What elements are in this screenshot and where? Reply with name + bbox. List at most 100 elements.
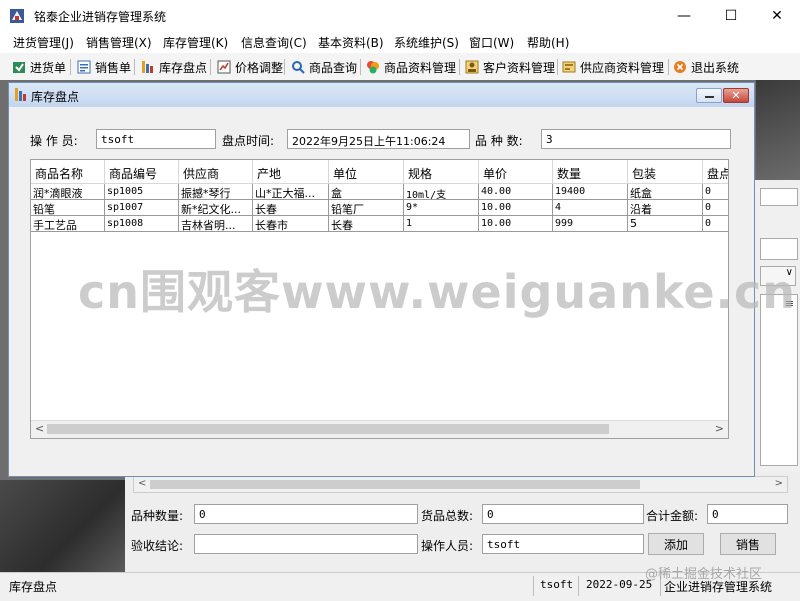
sales-order-icon <box>77 60 91 74</box>
toolbar-label: 退出系统 <box>691 60 740 75</box>
column-header[interactable]: 单位 <box>329 160 404 184</box>
status-date: 2022-09-25 <box>586 578 653 591</box>
table-cell: sp1008 <box>105 216 179 232</box>
table-cell: 盒 <box>329 184 404 200</box>
table-cell: 润*滴眼液 <box>31 184 105 200</box>
operator-field[interactable]: tsoft <box>96 129 216 149</box>
maximize-icon: ☐ <box>724 7 738 24</box>
operator-field[interactable]: tsoft <box>482 534 644 554</box>
toolbar-divider <box>557 59 558 75</box>
scroll-right-icon[interactable]: > <box>775 478 783 489</box>
sell-button[interactable]: 销售 <box>720 533 776 555</box>
purchase-order-icon <box>13 62 25 73</box>
table-row[interactable]: 润*滴眼液 sp1005 振撼*琴行 山*正大福... 盒 10ml/支 40.00 1940… <box>31 184 728 200</box>
table-cell: 0 <box>703 184 728 200</box>
table-cell: 999 <box>553 216 628 232</box>
title-bar: 铭泰企业进销存管理系统 — ☐ ✕ <box>0 0 800 31</box>
menu-system[interactable]: 系统维护(S) <box>394 34 459 51</box>
dialog-title-bar[interactable]: 库存盘点 ✕ <box>9 83 754 107</box>
toolbar-product-data[interactable]: 商品资料管理 <box>366 57 456 77</box>
variety-qty-field[interactable]: 0 <box>194 504 418 524</box>
column-header[interactable]: 数量 <box>553 160 628 184</box>
minimize-button[interactable]: — <box>661 0 707 31</box>
table-scrollbar[interactable]: < > <box>31 420 728 438</box>
toolbar-exit[interactable]: 退出系统 <box>673 57 739 77</box>
variety-qty-label: 品种数量: <box>131 509 184 523</box>
toolbar-sales-order[interactable]: 销售单 <box>77 57 131 77</box>
table-cell: 10.00 <box>479 200 553 216</box>
column-header[interactable]: 单价 <box>479 160 553 184</box>
toolbar-inventory-check[interactable]: 库存盘点 <box>141 57 207 77</box>
toolbar-purchase-order[interactable]: 进货单 <box>12 57 66 77</box>
variety-count-field[interactable]: 3 <box>541 129 731 149</box>
column-header[interactable]: 商品编号 <box>105 160 179 184</box>
check-time-field[interactable]: 2022年9月25日上午11:06:24 <box>287 129 470 149</box>
table-cell: 0 <box>703 200 728 216</box>
toolbar-divider <box>284 59 285 75</box>
operator-label: 操作人员: <box>421 539 474 553</box>
status-divider <box>578 576 579 596</box>
table-cell: sp1007 <box>105 200 179 216</box>
toolbar-supplier-data[interactable]: 供应商资料管理 <box>562 57 664 77</box>
toolbar-price-adjust[interactable]: 价格调整 <box>217 57 283 77</box>
toolbar-product-search[interactable]: 商品查询 <box>291 57 357 77</box>
menu-basic-data[interactable]: 基本资料(B) <box>318 34 384 51</box>
window-title: 铭泰企业进销存管理系统 <box>34 10 167 24</box>
table-cell: 9* <box>404 200 479 216</box>
scroll-left-icon[interactable]: < <box>138 478 146 489</box>
toolbar-label: 客户资料管理 <box>483 60 556 75</box>
menu-window[interactable]: 窗口(W) <box>469 34 514 51</box>
operator-label: 操 作 员: <box>30 134 78 148</box>
menu-purchase[interactable]: 进货管理(J) <box>13 34 74 51</box>
total-qty-label: 货品总数: <box>421 509 474 523</box>
toolbar-label: 进货单 <box>30 60 67 75</box>
menu-help[interactable]: 帮助(H) <box>527 34 569 51</box>
table-header: 商品名称 商品编号 供应商 产地 单位 规格 单价 数量 包装 盘点 <box>31 160 728 184</box>
column-header[interactable]: 包装 <box>628 160 703 184</box>
add-button[interactable]: 添加 <box>648 533 704 555</box>
column-header[interactable]: 产地 <box>253 160 329 184</box>
dialog-close-button[interactable]: ✕ <box>723 88 749 103</box>
price-adjust-icon <box>217 60 231 74</box>
dialog-title: 库存盘点 <box>31 90 80 104</box>
toolbar-label: 价格调整 <box>235 60 284 75</box>
toolbar-divider <box>134 59 135 75</box>
table-row[interactable]: 手工艺品 sp1008 吉林省明... 长春市 长春 1 10.00 999 5 0 <box>31 216 728 232</box>
exit-icon <box>674 61 686 73</box>
toolbar-label: 销售单 <box>95 60 132 75</box>
menu-sales[interactable]: 销售管理(X) <box>86 34 152 51</box>
toolbar-divider <box>459 59 460 75</box>
menu-query[interactable]: 信息查询(C) <box>241 34 307 51</box>
scrollbar-thumb[interactable] <box>150 480 640 489</box>
scroll-left-icon[interactable]: < <box>35 422 44 435</box>
menu-inventory[interactable]: 库存管理(K) <box>163 34 228 51</box>
total-amount-field[interactable]: 0 <box>707 504 788 524</box>
inventory-check-icon <box>142 61 153 73</box>
check-time-label: 盘点时间: <box>222 134 275 148</box>
column-header[interactable]: 供应商 <box>179 160 253 184</box>
product-data-icon <box>367 61 379 74</box>
maximize-button[interactable]: ☐ <box>708 0 754 31</box>
table-cell: sp1005 <box>105 184 179 200</box>
table-cell: 铅笔厂 <box>329 200 404 216</box>
inventory-check-icon <box>15 88 26 101</box>
desktop-background-image <box>0 480 125 572</box>
toolbar-customer-data[interactable]: 客户资料管理 <box>465 57 555 77</box>
close-icon: ✕ <box>731 89 741 102</box>
close-button[interactable]: ✕ <box>754 0 800 31</box>
table-cell: 4 <box>553 200 628 216</box>
column-header[interactable]: 规格 <box>404 160 479 184</box>
conclusion-field[interactable] <box>194 534 418 554</box>
sales-window-scrollbar[interactable]: < > <box>133 476 788 493</box>
total-qty-field[interactable]: 0 <box>482 504 644 524</box>
scroll-right-icon[interactable]: > <box>715 422 724 435</box>
toolbar-label: 库存盘点 <box>159 60 208 75</box>
sales-window-tab[interactable] <box>760 188 798 206</box>
dialog-minimize-button[interactable] <box>696 88 722 103</box>
column-header[interactable]: 商品名称 <box>31 160 105 184</box>
scrollbar-thumb[interactable] <box>47 424 609 434</box>
table-cell: 长春 <box>253 200 329 216</box>
column-header[interactable]: 盘点 <box>703 160 728 184</box>
status-module: 库存盘点 <box>9 580 58 594</box>
table-row[interactable]: 铅笔 sp1007 新*纪文化... 长春 铅笔厂 9* 10.00 4 沿着 0 <box>31 200 728 216</box>
